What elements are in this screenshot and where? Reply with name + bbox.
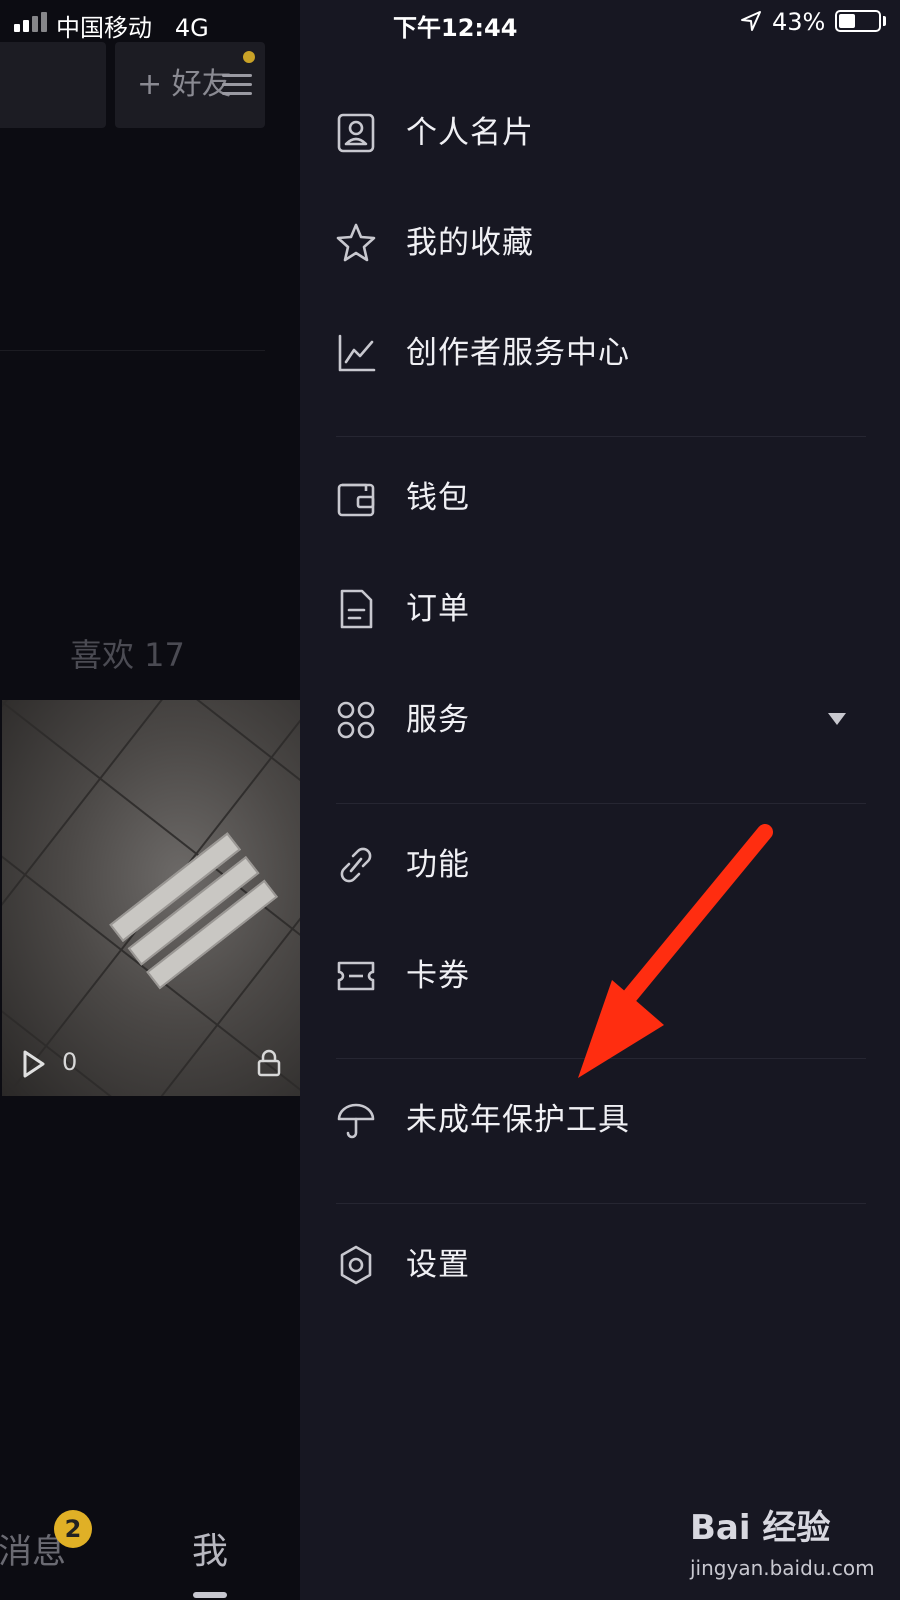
- battery-icon: [835, 10, 881, 32]
- lock-icon: [257, 1049, 281, 1077]
- menu-item-label: 设置: [406, 1247, 470, 1283]
- signal-strength-icon: [14, 12, 50, 32]
- chart-line-icon: [336, 332, 376, 374]
- annotation-arrow: [578, 824, 773, 1078]
- menu-item-settings[interactable]: 设置: [300, 1220, 900, 1310]
- menu-item-profile-card[interactable]: 个人名片: [300, 88, 900, 178]
- play-count: 0: [62, 1048, 78, 1076]
- watermark-url: jingyan.baidu.com: [690, 1556, 875, 1580]
- gear-icon: [336, 1244, 376, 1286]
- tab-indicator: [193, 1592, 227, 1598]
- divider: [336, 1203, 866, 1204]
- carrier-label: 中国移动 4G: [56, 14, 209, 42]
- apps-grid-icon: [336, 699, 376, 741]
- expand-caret-icon[interactable]: [828, 713, 846, 725]
- battery-percent: 43%: [772, 8, 826, 36]
- divider: [336, 436, 866, 437]
- contact-card-icon: [336, 112, 376, 154]
- menu-item-label: 我的收藏: [406, 225, 534, 261]
- menu-item-wallet[interactable]: 钱包: [300, 453, 900, 543]
- baidu-jingyan-watermark: Bai 经验 jingyan.baidu.com: [690, 1500, 890, 1590]
- edit-profile-button[interactable]: [0, 42, 106, 128]
- status-bar: 中国移动 4G 下午12:44 43%: [0, 0, 900, 44]
- watermark-logo: Bai 经验: [690, 1508, 831, 1548]
- hamburger-menu-icon[interactable]: [222, 74, 252, 96]
- star-icon: [336, 222, 376, 264]
- menu-item-label: 功能: [406, 847, 470, 883]
- umbrella-icon: [336, 1099, 376, 1141]
- ticket-icon: [336, 955, 376, 997]
- divider: [336, 803, 866, 804]
- menu-item-orders[interactable]: 订单: [300, 564, 900, 654]
- document-icon: [336, 588, 376, 630]
- menu-item-creator-center[interactable]: 创作者服务中心: [300, 308, 900, 398]
- wallet-icon: [336, 477, 376, 519]
- play-icon: [23, 1050, 45, 1078]
- location-arrow-icon: [741, 11, 761, 31]
- divider: [0, 350, 265, 351]
- menu-item-label: 卡券: [406, 958, 470, 994]
- battery-tip: [883, 16, 886, 26]
- network-type: 4G: [174, 14, 209, 42]
- background-profile-page: + 好友 喜欢 17 0 消息 2 我: [0, 0, 300, 1600]
- tab-me[interactable]: 我: [192, 1522, 228, 1574]
- link-icon: [336, 844, 376, 886]
- notification-dot: [243, 51, 255, 63]
- messages-badge: 2: [54, 1510, 92, 1548]
- menu-item-favorites[interactable]: 我的收藏: [300, 198, 900, 288]
- menu-item-services[interactable]: 服务: [300, 675, 900, 765]
- menu-item-label: 订单: [406, 591, 470, 627]
- menu-item-label: 钱包: [406, 480, 470, 516]
- menu-item-label: 创作者服务中心: [406, 335, 630, 371]
- status-time: 下午12:44: [393, 14, 518, 42]
- menu-item-label: 服务: [406, 702, 470, 738]
- menu-item-label: 个人名片: [406, 115, 534, 151]
- likes-tab[interactable]: 喜欢 17: [70, 630, 185, 676]
